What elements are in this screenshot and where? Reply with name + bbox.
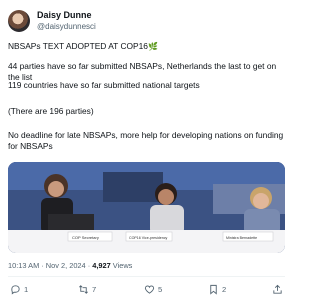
tweet-header: Daisy Dunne @daisydunnesci — [8, 8, 285, 36]
reply-count: 1 — [24, 284, 29, 294]
action-bar: 1 7 5 2 — [8, 281, 285, 297]
reply-button[interactable]: 1 — [10, 281, 28, 297]
headline-text: NBSAPs TEXT ADOPTED AT COP16 — [8, 41, 148, 51]
reply-icon — [11, 284, 20, 295]
views-label: Views — [110, 261, 133, 270]
retweet-icon — [79, 284, 88, 294]
herb-emoji-icon: 🌿 — [147, 42, 158, 51]
author-handle[interactable]: @daisydunnesci — [37, 22, 96, 31]
bookmark-icon — [210, 284, 217, 295]
tweet-headline: NBSAPs TEXT ADOPTED AT COP16🌿 — [8, 41, 158, 52]
retweet-button[interactable]: 7 — [78, 281, 96, 297]
bookmark-count: 2 — [222, 284, 227, 294]
bookmark-button[interactable]: 2 — [208, 281, 226, 297]
nameplate-1: COP Secretary — [72, 235, 99, 240]
tweet-line-parties: (There are 196 parties) — [8, 106, 94, 116]
divider — [8, 276, 285, 277]
heart-icon — [144, 285, 155, 294]
share-button[interactable] — [272, 281, 283, 297]
views-count: 4,927 — [92, 261, 111, 270]
like-count: 5 — [158, 284, 163, 294]
tweet-line-targets: 119 countries have so far submitted nati… — [8, 80, 200, 90]
author-name[interactable]: Daisy Dunne — [37, 10, 92, 20]
nameplate-3: Ministra Bernadette — [226, 236, 257, 240]
timestamp[interactable]: 10:13 AM · Nov 2, 2024 · — [8, 261, 92, 270]
tweet-meta: 10:13 AM · Nov 2, 2024 · 4,927 Views — [8, 261, 132, 270]
share-icon — [273, 284, 282, 294]
retweet-count: 7 — [92, 284, 97, 294]
avatar[interactable] — [8, 10, 30, 32]
nameplate-2: COP16 Vice-presidency — [129, 236, 167, 240]
tweet-line-deadline: No deadline for late NBSAPs, more help f… — [8, 130, 284, 151]
tweet-photo[interactable]: COP Secretary COP16 Vice-presidency Mini… — [8, 162, 285, 253]
conference-photo: COP Secretary COP16 Vice-presidency Mini… — [8, 162, 285, 253]
like-button[interactable]: 5 — [144, 281, 162, 297]
